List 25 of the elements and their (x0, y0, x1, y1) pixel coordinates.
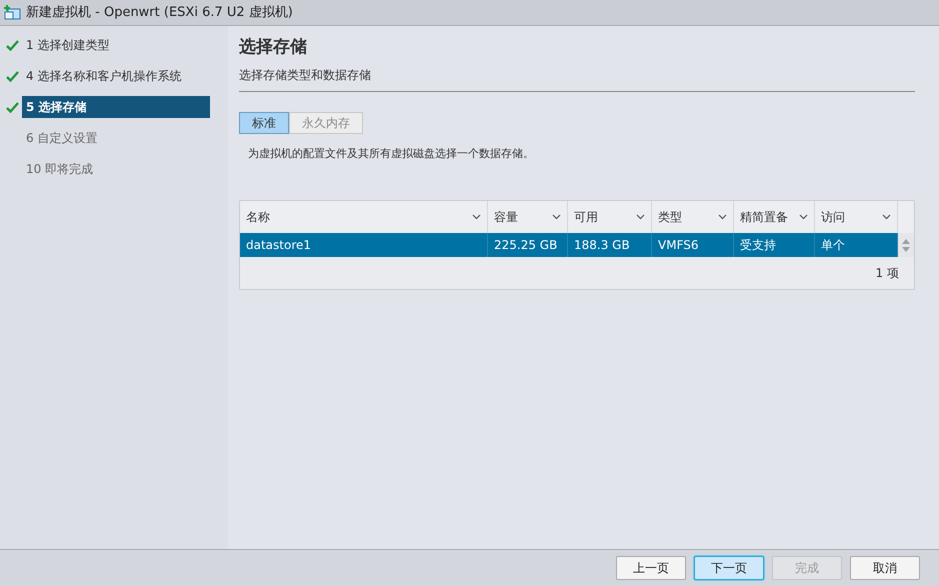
wizard-step[interactable]: 10 即将完成 (22, 158, 210, 180)
description-text: 为虚拟机的配置文件及其所有虚拟磁盘选择一个数据存储。 (248, 146, 535, 162)
page-subtitle: 选择存储类型和数据存储 (239, 66, 915, 92)
wizard-step[interactable]: 1 选择创建类型 (22, 34, 210, 56)
scrollbar[interactable] (898, 233, 914, 257)
scroll-down-icon[interactable] (902, 246, 910, 252)
table-row[interactable]: datastore1 225.25 GB 188.3 GB VMFS6 受支持 单个 (240, 233, 898, 257)
wizard-button[interactable]: 上一页 (616, 556, 686, 580)
wizard-button[interactable]: 下一页 (694, 556, 764, 580)
virtual-machine-add-icon (4, 4, 22, 20)
window-title: 新建虚拟机 - Openwrt (ESXi 6.7 U2 虚拟机) (26, 4, 293, 22)
chevron-down-icon (472, 214, 481, 220)
wizard-step[interactable]: 6 自定义设置 (22, 127, 210, 149)
wizard-step[interactable]: 5 选择存储 (22, 96, 210, 118)
tab[interactable]: 标准 (239, 112, 289, 134)
wizard-step[interactable]: 4 选择名称和客户机操作系统 (22, 65, 210, 87)
chevron-down-icon (718, 214, 727, 220)
chevron-down-icon (799, 214, 808, 220)
wizard-button[interactable]: 取消 (850, 556, 920, 580)
item-count: 1 项 (876, 265, 899, 282)
chevron-down-icon (552, 214, 561, 220)
scroll-up-icon[interactable] (902, 238, 910, 244)
chevron-down-icon (636, 214, 645, 220)
page-title: 选择存储 (239, 36, 308, 59)
chevron-down-icon (882, 214, 891, 220)
